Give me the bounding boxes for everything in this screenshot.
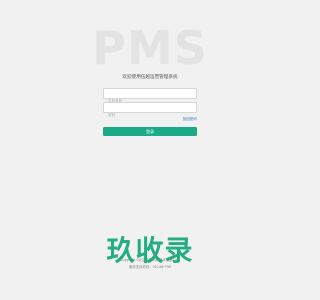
watermark-logo: 玖收录 — [106, 234, 194, 267]
forgot-password-link[interactable]: 找回密码 — [183, 117, 197, 122]
login-button[interactable]: 登录 — [103, 127, 197, 136]
pms-logo: PMS — [92, 21, 208, 75]
password-field[interactable] — [103, 102, 197, 120]
account-field[interactable] — [103, 88, 197, 106]
welcome-title: 欢迎使用伍越运营管理系统 — [122, 74, 178, 79]
